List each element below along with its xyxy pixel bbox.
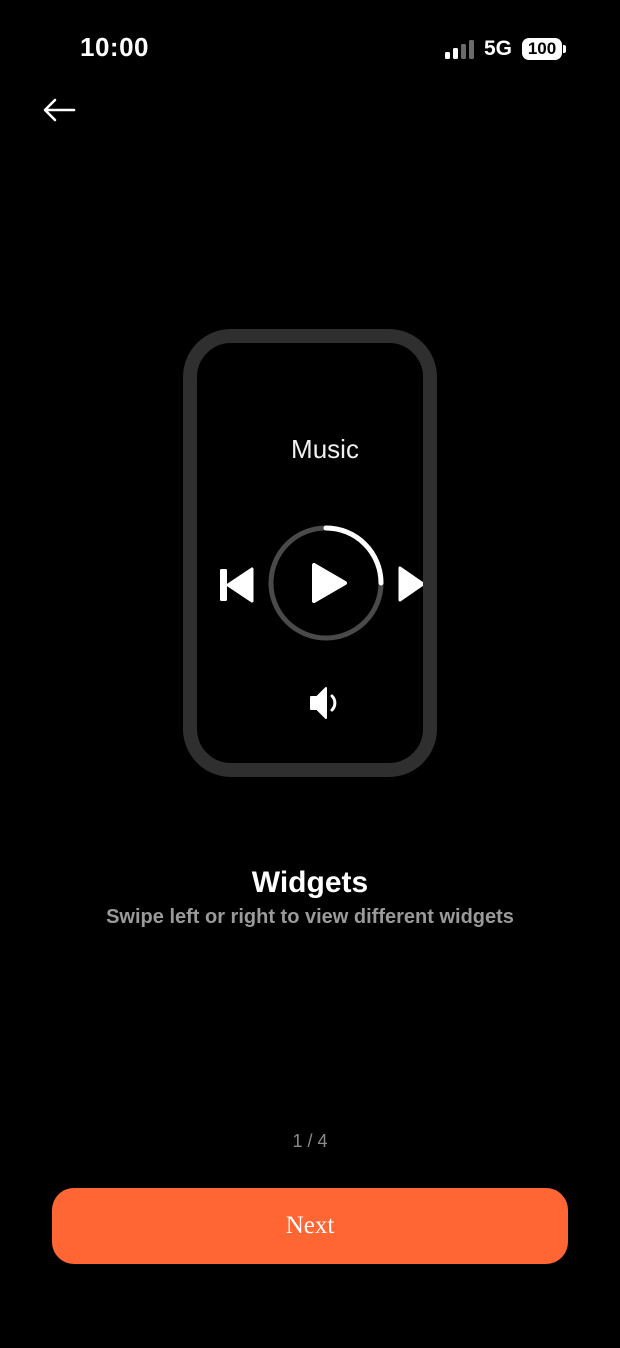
volume-icon [310,687,337,719]
battery-icon: 100 [522,38,566,60]
arrow-left-icon [43,98,76,122]
previous-track-icon [220,567,254,603]
next-button[interactable]: Next [52,1188,568,1264]
network-type: 5G [483,37,512,60]
next-track-icon [398,566,423,602]
status-time: 10:00 [80,32,149,62]
status-indicators: 5G 100 [444,37,566,61]
music-widget-graphic [220,525,423,719]
page-title: Widgets [251,866,369,899]
page-indicator: 1 / 4 [292,1131,328,1151]
signal-icon [444,39,474,59]
page-subtitle: Swipe left or right to view different wi… [106,906,514,928]
battery-level: 100 [522,38,562,60]
back-button[interactable] [40,92,80,128]
device-illustration: Music [183,329,437,777]
play-icon [312,563,347,603]
